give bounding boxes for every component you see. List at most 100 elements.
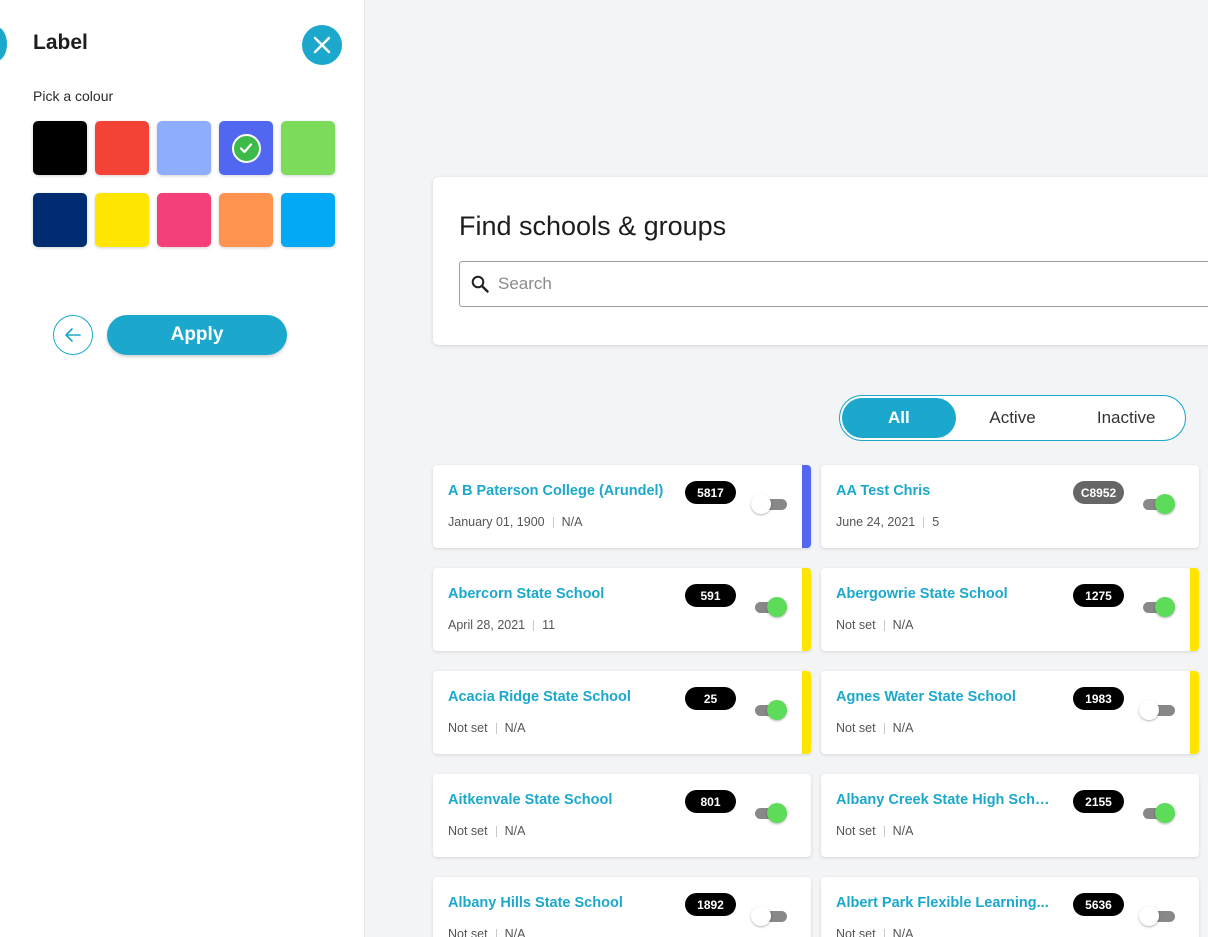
active-toggle[interactable] — [1139, 905, 1175, 926]
active-toggle[interactable] — [753, 699, 787, 720]
colour-swatch[interactable] — [33, 193, 87, 247]
school-meta: June 24, 2021 5 — [836, 515, 939, 529]
school-name-link[interactable]: Acacia Ridge State School — [448, 689, 631, 705]
school-meta: Not set N/A — [448, 927, 525, 937]
find-schools-card: Find schools & groups — [433, 177, 1208, 345]
school-date: June 24, 2021 — [836, 515, 916, 529]
tab-inactive[interactable]: Inactive — [1069, 398, 1183, 438]
meta-divider — [883, 722, 885, 734]
toggle-knob — [1139, 700, 1159, 720]
school-name-link[interactable]: Abercorn State School — [448, 586, 604, 602]
colour-swatch[interactable] — [219, 193, 273, 247]
toggle-knob — [767, 700, 787, 720]
search-box[interactable] — [459, 261, 1208, 307]
school-name-link[interactable]: Albert Park Flexible Learning... — [836, 895, 1049, 911]
school-card[interactable]: A B Paterson College (Arundel) January 01… — [433, 465, 811, 548]
find-title: Find schools & groups — [459, 211, 727, 241]
active-toggle[interactable] — [1141, 596, 1175, 617]
school-card[interactable]: Aitkenvale State School Not set N/A 801 — [433, 774, 811, 857]
school-card[interactable]: Acacia Ridge State School Not set N/A 25 — [433, 671, 811, 754]
meta-divider — [552, 516, 554, 528]
colour-swatch[interactable] — [219, 121, 273, 175]
active-toggle[interactable] — [753, 596, 787, 617]
colour-swatch[interactable] — [281, 193, 335, 247]
tab-all[interactable]: All — [842, 398, 956, 438]
status-filter: All Active Inactive — [839, 395, 1186, 441]
school-extra-value: N/A — [892, 824, 914, 838]
school-date: Not set — [836, 824, 876, 838]
meta-divider — [883, 928, 885, 937]
school-card[interactable]: Albany Creek State High School Not set N/A… — [821, 774, 1199, 857]
active-toggle[interactable] — [751, 493, 787, 514]
school-extra-value: N/A — [892, 927, 914, 937]
active-toggle[interactable] — [1141, 493, 1175, 514]
label-colour-stripe — [1190, 568, 1199, 651]
school-date: January 01, 1900 — [448, 515, 545, 529]
school-name-link[interactable]: Agnes Water State School — [836, 689, 1016, 705]
meta-divider — [495, 825, 497, 837]
search-icon — [470, 274, 490, 294]
school-code-badge: 1275 — [1073, 584, 1124, 607]
meta-divider — [883, 619, 885, 631]
school-extra-value: N/A — [504, 927, 526, 937]
active-toggle[interactable] — [1141, 802, 1175, 823]
school-date: Not set — [448, 927, 488, 937]
school-meta: Not set N/A — [448, 824, 525, 838]
school-extra-value: 5 — [932, 515, 940, 529]
school-date: April 28, 2021 — [448, 618, 526, 632]
school-extra-value: N/A — [504, 721, 526, 735]
active-toggle[interactable] — [753, 802, 787, 823]
checkmark-icon — [231, 133, 261, 163]
colour-swatch[interactable] — [33, 121, 87, 175]
school-date: Not set — [836, 618, 876, 632]
colour-swatches — [33, 121, 335, 247]
active-toggle[interactable] — [1139, 699, 1175, 720]
label-colour-stripe — [1190, 671, 1199, 754]
school-code-badge: 5636 — [1073, 893, 1124, 916]
close-button[interactable] — [302, 25, 342, 65]
school-card[interactable]: Abergowrie State School Not set N/A 1275 — [821, 568, 1199, 651]
school-card[interactable]: Albany Hills State School Not set N/A 1892 — [433, 877, 811, 937]
tab-active[interactable]: Active — [956, 398, 1070, 438]
school-date: Not set — [836, 927, 876, 937]
back-button[interactable] — [53, 315, 93, 355]
school-code-badge: 2155 — [1073, 790, 1124, 813]
school-meta: April 28, 2021 11 — [448, 618, 555, 632]
toggle-knob — [751, 494, 771, 514]
school-name-link[interactable]: Albany Hills State School — [448, 895, 623, 911]
search-input[interactable] — [498, 274, 1198, 294]
school-name-link[interactable]: AA Test Chris — [836, 483, 930, 499]
school-extra-value: N/A — [504, 824, 526, 838]
school-name-link[interactable]: A B Paterson College (Arundel) — [448, 483, 663, 499]
toggle-knob — [1155, 597, 1175, 617]
colour-swatch[interactable] — [157, 121, 211, 175]
toggle-knob — [1139, 906, 1159, 926]
school-card[interactable]: AA Test Chris June 24, 2021 5 C8952 — [821, 465, 1199, 548]
school-code-badge: 591 — [685, 584, 736, 607]
colour-swatch[interactable] — [157, 193, 211, 247]
school-name-link[interactable]: Aitkenvale State School — [448, 792, 612, 808]
school-date: Not set — [448, 824, 488, 838]
apply-button[interactable]: Apply — [107, 315, 287, 355]
school-name-link[interactable]: Abergowrie State School — [836, 586, 1008, 602]
school-date: Not set — [836, 721, 876, 735]
active-toggle[interactable] — [751, 905, 787, 926]
school-name-link[interactable]: Albany Creek State High School — [836, 792, 1056, 808]
school-extra-value: N/A — [892, 721, 914, 735]
toggle-knob — [751, 906, 771, 926]
colour-swatch[interactable] — [95, 121, 149, 175]
label-colour-stripe — [802, 465, 811, 548]
school-card[interactable]: Abercorn State School April 28, 2021 11 591 — [433, 568, 811, 651]
school-code-badge: C8952 — [1073, 481, 1124, 504]
colour-swatch[interactable] — [95, 193, 149, 247]
pick-colour-label: Pick a colour — [33, 88, 114, 104]
meta-divider — [533, 619, 535, 631]
school-meta: Not set N/A — [836, 618, 913, 632]
school-card[interactable]: Agnes Water State School Not set N/A 1983 — [821, 671, 1199, 754]
label-panel: Label Pick a colour Apply — [0, 0, 365, 937]
meta-divider — [495, 928, 497, 937]
colour-swatch[interactable] — [281, 121, 335, 175]
school-card[interactable]: Albert Park Flexible Learning... Not set N… — [821, 877, 1199, 937]
school-meta: Not set N/A — [448, 721, 525, 735]
close-icon — [313, 36, 331, 54]
